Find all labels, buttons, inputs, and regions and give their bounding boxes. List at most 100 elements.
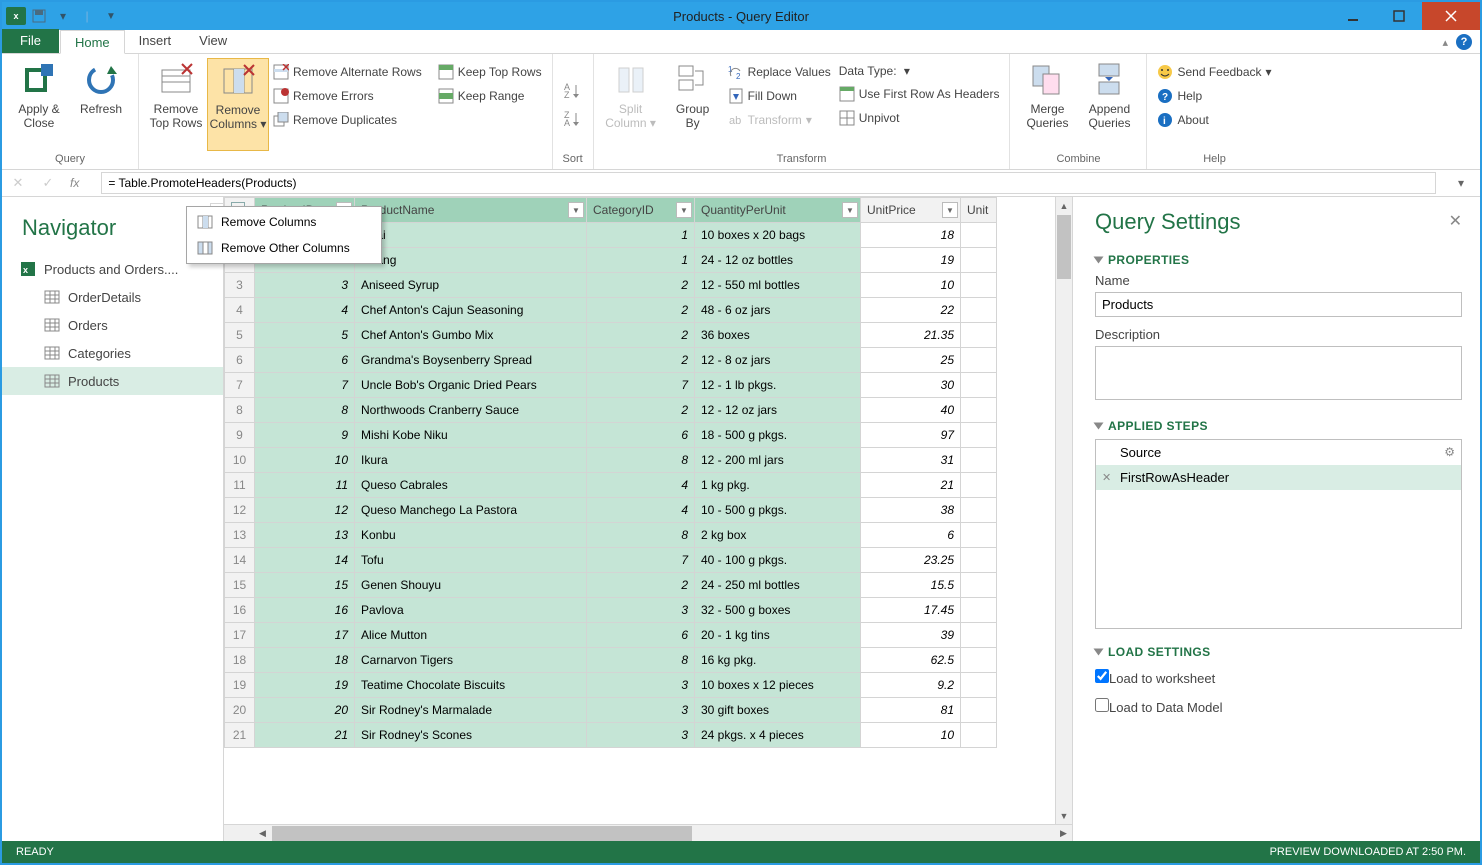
replace-values-button[interactable]: 12Replace Values <box>724 62 835 82</box>
cell-unit[interactable] <box>961 223 997 248</box>
cell-productid[interactable]: 13 <box>255 523 355 548</box>
cell-categoryid[interactable]: 2 <box>587 398 695 423</box>
load-worksheet-check[interactable]: Load to worksheet <box>1095 665 1462 690</box>
cell-quantityperunit[interactable]: 24 - 12 oz bottles <box>695 248 861 273</box>
cell-productid[interactable]: 7 <box>255 373 355 398</box>
table-row[interactable]: 1111Queso Cabrales41 kg pkg.21 <box>225 473 997 498</box>
load-datamodel-checkbox[interactable] <box>1095 698 1109 712</box>
tab-view[interactable]: View <box>185 29 241 53</box>
scroll-up-icon[interactable]: ▲ <box>1056 197 1072 214</box>
cell-unit[interactable] <box>961 598 997 623</box>
cell-quantityperunit[interactable]: 24 - 250 ml bottles <box>695 573 861 598</box>
cell-unitprice[interactable]: 62.5 <box>861 648 961 673</box>
formula-accept-icon[interactable]: ✓ <box>40 175 56 191</box>
table-row[interactable]: 33Aniseed Syrup212 - 550 ml bottles10 <box>225 273 997 298</box>
filter-icon[interactable]: ▼ <box>842 202 858 218</box>
column-header-unit[interactable]: Unit <box>961 198 997 223</box>
cell-categoryid[interactable]: 6 <box>587 423 695 448</box>
cell-quantityperunit[interactable]: 10 boxes x 12 pieces <box>695 673 861 698</box>
table-row[interactable]: 2121Sir Rodney's Scones324 pkgs. x 4 pie… <box>225 723 997 748</box>
cell-productid[interactable]: 17 <box>255 623 355 648</box>
cell-productname[interactable]: Grandma's Boysenberry Spread <box>355 348 587 373</box>
cell-productname[interactable]: Chang <box>355 248 587 273</box>
cell-productname[interactable]: Teatime Chocolate Biscuits <box>355 673 587 698</box>
cell-categoryid[interactable]: 3 <box>587 698 695 723</box>
step-source[interactable]: Source⚙ <box>1096 440 1461 465</box>
table-row[interactable]: 44Chef Anton's Cajun Seasoning248 - 6 oz… <box>225 298 997 323</box>
split-column-button[interactable]: Split Column ▾ <box>600 58 662 151</box>
row-index[interactable]: 21 <box>225 723 255 748</box>
menu-remove-other-columns[interactable]: Remove Other Columns <box>189 235 379 261</box>
scroll-down-icon[interactable]: ▼ <box>1056 807 1072 824</box>
row-index[interactable]: 10 <box>225 448 255 473</box>
cell-categoryid[interactable]: 2 <box>587 323 695 348</box>
cell-productid[interactable]: 19 <box>255 673 355 698</box>
cell-productname[interactable]: Tofu <box>355 548 587 573</box>
cell-productid[interactable]: 11 <box>255 473 355 498</box>
cell-categoryid[interactable]: 4 <box>587 498 695 523</box>
cell-quantityperunit[interactable]: 16 kg pkg. <box>695 648 861 673</box>
row-index[interactable]: 9 <box>225 423 255 448</box>
cell-unitprice[interactable]: 18 <box>861 223 961 248</box>
cell-productid[interactable]: 4 <box>255 298 355 323</box>
apply-close-button[interactable]: Apply & Close <box>8 58 70 151</box>
menu-remove-columns[interactable]: Remove Columns <box>189 209 379 235</box>
cell-productname[interactable]: Chef Anton's Gumbo Mix <box>355 323 587 348</box>
sort-desc-button[interactable]: ZA <box>564 111 582 127</box>
help-button[interactable]: ?Help <box>1153 86 1275 106</box>
cell-unit[interactable] <box>961 323 997 348</box>
cell-categoryid[interactable]: 2 <box>587 273 695 298</box>
cell-quantityperunit[interactable]: 32 - 500 g boxes <box>695 598 861 623</box>
column-header-quantityperunit[interactable]: QuantityPerUnit▼ <box>695 198 861 223</box>
cell-quantityperunit[interactable]: 12 - 550 ml bottles <box>695 273 861 298</box>
filter-icon[interactable]: ▼ <box>676 202 692 218</box>
nav-item-orders[interactable]: Orders <box>2 311 223 339</box>
applied-steps-heading[interactable]: APPLIED STEPS <box>1095 419 1462 433</box>
cell-unit[interactable] <box>961 398 997 423</box>
table-row[interactable]: 88Northwoods Cranberry Sauce212 - 12 oz … <box>225 398 997 423</box>
cell-productid[interactable]: 15 <box>255 573 355 598</box>
group-by-button[interactable]: Group By <box>662 58 724 151</box>
query-description-input[interactable] <box>1095 346 1462 400</box>
query-name-input[interactable] <box>1095 292 1462 317</box>
merge-queries-button[interactable]: Merge Queries <box>1016 58 1078 151</box>
cell-unitprice[interactable]: 23.25 <box>861 548 961 573</box>
maximize-button[interactable] <box>1376 2 1422 30</box>
cell-quantityperunit[interactable]: 18 - 500 g pkgs. <box>695 423 861 448</box>
cell-unitprice[interactable]: 19 <box>861 248 961 273</box>
transform-button[interactable]: abTransform ▾ <box>724 110 835 130</box>
cell-unit[interactable] <box>961 273 997 298</box>
cell-quantityperunit[interactable]: 30 gift boxes <box>695 698 861 723</box>
cell-quantityperunit[interactable]: 1 kg pkg. <box>695 473 861 498</box>
cell-productname[interactable]: Northwoods Cranberry Sauce <box>355 398 587 423</box>
table-row[interactable]: 99Mishi Kobe Niku618 - 500 g pkgs.97 <box>225 423 997 448</box>
cell-quantityperunit[interactable]: 12 - 200 ml jars <box>695 448 861 473</box>
cell-unitprice[interactable]: 81 <box>861 698 961 723</box>
cell-productid[interactable]: 14 <box>255 548 355 573</box>
step-firstrowasheader[interactable]: ✕FirstRowAsHeader <box>1096 465 1461 490</box>
cell-unitprice[interactable]: 21.35 <box>861 323 961 348</box>
data-type-button[interactable]: Data Type: ▾ <box>835 62 1004 80</box>
cell-categoryid[interactable]: 7 <box>587 373 695 398</box>
cell-categoryid[interactable]: 4 <box>587 473 695 498</box>
table-row[interactable]: 77Uncle Bob's Organic Dried Pears712 - 1… <box>225 373 997 398</box>
remove-alternate-button[interactable]: Remove Alternate Rows <box>269 62 426 82</box>
cell-unitprice[interactable]: 6 <box>861 523 961 548</box>
nav-item-products[interactable]: Products <box>2 367 223 395</box>
cell-quantityperunit[interactable]: 12 - 1 lb pkgs. <box>695 373 861 398</box>
cell-unit[interactable] <box>961 298 997 323</box>
cell-productname[interactable]: Chai <box>355 223 587 248</box>
filter-icon[interactable]: ▼ <box>568 202 584 218</box>
row-index[interactable]: 17 <box>225 623 255 648</box>
row-index[interactable]: 14 <box>225 548 255 573</box>
cell-productname[interactable]: Queso Manchego La Pastora <box>355 498 587 523</box>
cell-productname[interactable]: Uncle Bob's Organic Dried Pears <box>355 373 587 398</box>
cell-unitprice[interactable]: 40 <box>861 398 961 423</box>
cell-categoryid[interactable]: 2 <box>587 348 695 373</box>
cell-unit[interactable] <box>961 498 997 523</box>
tab-insert[interactable]: Insert <box>125 29 186 53</box>
cell-quantityperunit[interactable]: 10 - 500 g pkgs. <box>695 498 861 523</box>
cell-categoryid[interactable]: 6 <box>587 623 695 648</box>
cell-productname[interactable]: Ikura <box>355 448 587 473</box>
qat-dropdown-icon[interactable]: ▾ <box>52 5 74 27</box>
